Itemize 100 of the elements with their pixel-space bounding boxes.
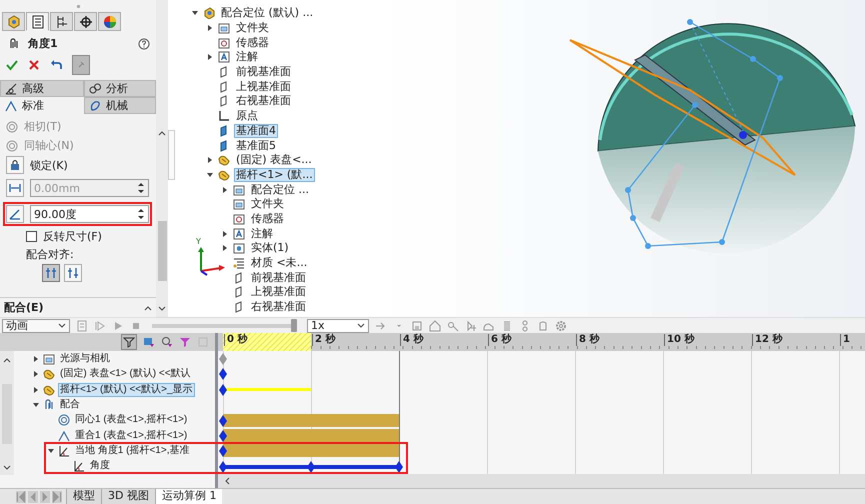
angle-button[interactable]: [6, 205, 24, 223]
tick-label: 1: [840, 334, 850, 346]
anti-aligned-icon: [67, 267, 79, 279]
tree-item[interactable]: 配合: [58, 398, 82, 412]
help-icon[interactable]: [138, 38, 150, 50]
scrollbar[interactable]: [218, 474, 865, 488]
body-icon: [233, 242, 245, 254]
filter-animated-icon[interactable]: [143, 336, 155, 348]
chevron-up-icon[interactable]: [144, 304, 152, 311]
play-from-start-icon[interactable]: [94, 320, 106, 332]
alignment-button[interactable]: [42, 264, 60, 282]
tree-item[interactable]: 摇杆<1> (默认) <<默认>_显示: [58, 382, 195, 397]
expand-arrow-icon[interactable]: [221, 186, 229, 194]
color-wheel-icon: [102, 14, 116, 28]
tree-item[interactable]: 注解: [249, 226, 275, 241]
option-label[interactable]: 锁定(K): [30, 158, 68, 172]
tree-item[interactable]: 传感器: [234, 36, 271, 50]
paperclip-icon: [8, 38, 20, 50]
keyframe-marker[interactable]: [395, 460, 403, 473]
expand-arrow-icon[interactable]: [206, 53, 214, 62]
tree-item[interactable]: 上视基准面: [234, 80, 293, 94]
angle-icon: [5, 82, 17, 94]
tree-item[interactable]: 右视基准面: [234, 94, 293, 108]
tab[interactable]: 3D 视图: [101, 489, 155, 504]
tree-item[interactable]: 上视基准面: [249, 285, 308, 300]
filter-selected-icon[interactable]: [179, 336, 191, 348]
expand-arrow-icon[interactable]: [206, 156, 214, 164]
scrollbar[interactable]: [156, 0, 168, 318]
tree-item[interactable]: 摇杆<1> (默...: [234, 168, 315, 182]
spinner-arrows-icon[interactable]: [136, 207, 146, 221]
pushpin-icon: [76, 60, 86, 70]
collapse-arrow-icon[interactable]: [47, 447, 55, 456]
tree-item[interactable]: 前视基准面: [249, 270, 308, 285]
tree-item[interactable]: (固定) 表盘<1> (默认) <<默认: [58, 367, 193, 382]
chevron-down-icon[interactable]: [158, 306, 166, 312]
study-type-dropdown[interactable]: 动画: [2, 318, 70, 333]
section-tab[interactable]: 高级: [0, 80, 84, 97]
tree-item[interactable]: 角度: [88, 459, 112, 474]
chevron-left-icon[interactable]: [224, 477, 230, 486]
checkbox[interactable]: [26, 230, 37, 242]
filter-driving-icon[interactable]: [161, 336, 173, 348]
caret-icon: [58, 322, 66, 329]
expand-arrow-icon[interactable]: [221, 244, 229, 252]
collapse-arrow-icon[interactable]: [32, 400, 40, 409]
chevron-down-icon[interactable]: [3, 465, 11, 472]
axis-triad-icon: [196, 246, 226, 276]
tree-item[interactable]: 基准面4: [234, 124, 278, 138]
tree-item[interactable]: 材质 <未...: [249, 256, 310, 270]
tree-item[interactable]: 光源与相机: [58, 352, 112, 366]
tree-item[interactable]: 右视基准面: [249, 300, 308, 314]
tree-item[interactable]: 注解: [234, 50, 260, 64]
tree-item[interactable]: 文件夹: [249, 197, 286, 212]
section-header[interactable]: 配合(E): [4, 300, 44, 316]
tree-item[interactable]: 配合定位 ...: [249, 182, 311, 197]
angle-field[interactable]: 90.00度: [30, 205, 149, 223]
chevron-up-icon[interactable]: [3, 357, 11, 364]
scrollbar[interactable]: [0, 351, 14, 476]
expand-arrow-icon[interactable]: [32, 370, 40, 378]
filter-button[interactable]: [121, 334, 137, 350]
speed-dropdown[interactable]: 1x: [307, 318, 369, 333]
alignment-button[interactable]: [64, 264, 82, 282]
slider-thumb[interactable]: [291, 319, 298, 332]
tree-item[interactable]: 前视基准面: [234, 65, 293, 80]
expand-arrow-icon[interactable]: [32, 354, 40, 363]
undo-icon[interactable]: [50, 59, 62, 71]
tree-item[interactable]: 重合1 (表盘<1>,摇杆<1>): [73, 428, 190, 443]
filter-icon: [123, 336, 135, 348]
tree-item[interactable]: 同心1 (表盘<1>,摇杆<1>): [73, 413, 190, 428]
collapse-arrow-icon[interactable]: [191, 9, 199, 18]
tree-item[interactable]: (固定) 表盘<...: [234, 153, 314, 168]
tick-label: 2 秒: [312, 334, 336, 346]
expand-arrow-icon[interactable]: [206, 24, 214, 32]
lock-button[interactable]: [6, 156, 24, 174]
expand-arrow-icon[interactable]: [221, 230, 229, 238]
list-icon: [30, 14, 44, 28]
chevron-up-icon[interactable]: [158, 130, 166, 136]
scrollbar-thumb[interactable]: [158, 221, 166, 282]
close-icon[interactable]: [28, 59, 40, 71]
expand-arrow-icon[interactable]: [32, 386, 40, 394]
folder-icon: [43, 352, 55, 365]
tree-item[interactable]: 基准面5: [234, 138, 278, 153]
tree-item[interactable]: 文件夹: [234, 21, 271, 36]
panel-tab[interactable]: [26, 12, 49, 31]
distance-button[interactable]: [6, 179, 24, 197]
tab[interactable]: 运动算例 1: [154, 489, 222, 504]
panel-tab[interactable]: [50, 12, 73, 31]
tree-item[interactable]: 原点: [234, 109, 260, 124]
tree-item[interactable]: 当地 角度1 (摇杆<1>,基准: [73, 444, 192, 458]
tree-item[interactable]: 配合定位 (默认) ...: [219, 6, 316, 20]
keyframe-marker[interactable]: [307, 460, 315, 473]
collapse-arrow-icon[interactable]: [206, 170, 214, 179]
tree-item[interactable]: 传感器: [249, 212, 286, 226]
playback-slider[interactable]: [152, 319, 297, 332]
section-tab[interactable]: 分析: [84, 80, 156, 97]
tab[interactable]: 模型: [66, 489, 101, 504]
panel-handle[interactable]: [168, 130, 175, 180]
section-tab[interactable]: 机械: [84, 97, 156, 114]
checkmark-icon[interactable]: [6, 59, 18, 71]
panel-tab[interactable]: [74, 12, 97, 31]
tree-item[interactable]: 实体(1): [249, 241, 291, 256]
